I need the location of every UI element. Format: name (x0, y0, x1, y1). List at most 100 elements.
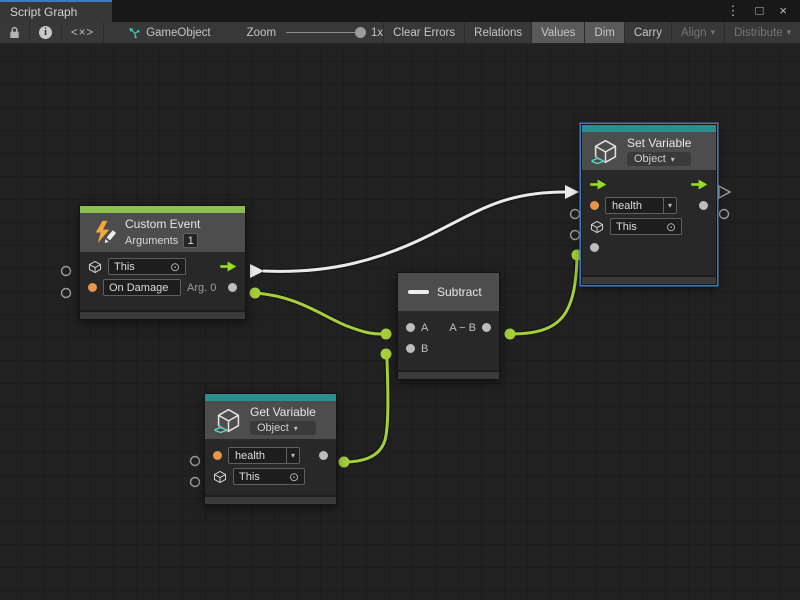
input-a-label: A (421, 322, 428, 334)
distribute-dropdown[interactable]: Distribute ▾ (725, 22, 800, 43)
node-header: Custom Event Arguments 1 (80, 213, 245, 252)
wire-endpoint[interactable] (250, 288, 261, 299)
target-field[interactable]: This ⊙ (233, 468, 305, 485)
carry-button[interactable]: Carry (625, 22, 672, 43)
align-dropdown[interactable]: Align ▾ (672, 22, 725, 43)
wire-endpoint[interactable] (339, 457, 350, 468)
unconnected-port[interactable] (62, 267, 71, 276)
cube-icon (213, 470, 227, 484)
values-toggle[interactable]: Values (532, 22, 585, 43)
flow-output-arrow[interactable] (250, 264, 264, 278)
input-a-port[interactable] (406, 323, 415, 332)
wire-get-to-b[interactable] (344, 359, 388, 462)
unconnected-port[interactable] (720, 210, 729, 219)
code-overlay-icon: <> (214, 423, 226, 437)
flow-output-port[interactable] (220, 261, 237, 272)
unconnected-flow-port[interactable] (719, 186, 730, 198)
node-title: Subtract (437, 285, 482, 299)
event-name-port[interactable] (88, 283, 97, 292)
target-picker-icon[interactable]: ⊙ (289, 471, 299, 483)
zoom-slider-handle[interactable] (355, 27, 366, 38)
input-b-port[interactable] (406, 344, 415, 353)
window-controls: ⋮ □ × (720, 0, 800, 22)
flow-output-port[interactable] (691, 179, 708, 190)
chevron-down-icon: ▾ (787, 27, 792, 38)
value-output-port[interactable] (699, 201, 708, 210)
target-picker-icon[interactable]: ⊙ (666, 221, 676, 233)
relations-button[interactable]: Relations (465, 22, 532, 43)
wire-sub-set-outline (510, 260, 577, 334)
event-name-field[interactable]: On Damage (103, 279, 181, 296)
node-body: This ⊙ On Damage Arg. 0 (80, 252, 245, 298)
result-label: A − B (449, 322, 476, 334)
node-get-variable[interactable]: <> Get Variable Object ▾ health ▾ (204, 393, 337, 505)
wire-endpoint[interactable] (381, 329, 392, 340)
variable-scope-dropdown[interactable]: Object ▾ (627, 152, 691, 166)
node-header: <> Set Variable Object ▾ (582, 132, 716, 170)
variable-name-port[interactable] (590, 201, 599, 210)
tab-title: Script Graph (10, 5, 77, 19)
unconnected-port[interactable] (62, 289, 71, 298)
graph-canvas[interactable]: Custom Event Arguments 1 This (0, 44, 800, 600)
wire-endpoint[interactable] (381, 349, 392, 360)
arg0-output-port[interactable] (228, 283, 237, 292)
graph-owner-label[interactable]: GameObject (146, 27, 211, 39)
node-color-strip (205, 394, 336, 401)
info-icon: i (39, 26, 52, 39)
lock-icon (9, 26, 20, 39)
wire-subtract-to-set[interactable] (510, 260, 577, 334)
wire-flow[interactable] (263, 192, 565, 271)
chevron-down-icon: ▾ (663, 198, 676, 213)
graph-icon (128, 26, 140, 39)
value-input-port[interactable] (590, 243, 599, 252)
wire-arg-to-a[interactable] (255, 293, 382, 334)
close-icon[interactable]: × (772, 1, 794, 21)
target-picker-icon[interactable]: ⊙ (170, 261, 180, 273)
variable-name-dropdown[interactable]: health ▾ (605, 197, 677, 214)
chevron-down-icon: ▾ (671, 155, 675, 164)
unconnected-port[interactable] (191, 478, 200, 487)
maximize-icon[interactable]: □ (749, 1, 771, 21)
subtract-icon (408, 290, 429, 294)
node-title: Get Variable (250, 405, 316, 419)
node-body: health ▾ This ⊙ (582, 170, 716, 258)
zoom-value: 1x (371, 27, 383, 39)
info-button[interactable]: i (30, 22, 62, 43)
target-field[interactable]: This ⊙ (108, 258, 186, 275)
wire-endpoint[interactable] (505, 329, 516, 340)
arguments-label: Arguments (125, 235, 178, 247)
node-custom-event[interactable]: Custom Event Arguments 1 This (79, 205, 246, 320)
wire-flow-outline (263, 192, 565, 271)
arg0-port-label: Arg. 0 (187, 282, 216, 294)
value-output-port[interactable] (319, 451, 328, 460)
result-output-port[interactable] (482, 323, 491, 332)
unconnected-port[interactable] (191, 457, 200, 466)
edit-graph-button[interactable]: <×> (62, 22, 104, 43)
lock-button[interactable] (0, 22, 30, 43)
node-subtract[interactable]: Subtract A A − B B (397, 272, 500, 380)
unconnected-port[interactable] (571, 231, 580, 240)
flow-input-port[interactable] (590, 179, 607, 190)
zoom-slider[interactable] (286, 32, 363, 33)
clear-errors-button[interactable]: Clear Errors (384, 22, 465, 43)
unconnected-port[interactable] (571, 210, 580, 219)
kebab-menu-icon[interactable]: ⋮ (720, 1, 747, 21)
node-header: Subtract (398, 273, 499, 311)
node-title: Custom Event (125, 217, 200, 231)
node-header: <> Get Variable Object ▾ (205, 401, 336, 439)
tab-script-graph[interactable]: Script Graph (0, 0, 112, 22)
arguments-input[interactable]: 1 (183, 233, 198, 248)
graph-owner-section: GameObject Zoom 1x (104, 22, 384, 43)
target-field[interactable]: This ⊙ (610, 218, 682, 235)
dim-toggle[interactable]: Dim (585, 22, 624, 43)
node-set-variable[interactable]: <> Set Variable Object ▾ (581, 124, 717, 285)
flow-input-arrow[interactable] (565, 185, 579, 199)
node-footer (80, 310, 245, 319)
node-footer (205, 495, 336, 504)
graph-toolbar: i <×> GameObject Zoom 1x Clear Errors Re… (0, 22, 800, 44)
variable-scope-dropdown[interactable]: Object ▾ (250, 421, 316, 435)
variable-name-dropdown[interactable]: health ▾ (228, 447, 300, 464)
node-body: A A − B B (398, 311, 499, 359)
script-graph-window: Script Graph ⋮ □ × i <×> GameOb (0, 0, 800, 600)
variable-name-port[interactable] (213, 451, 222, 460)
